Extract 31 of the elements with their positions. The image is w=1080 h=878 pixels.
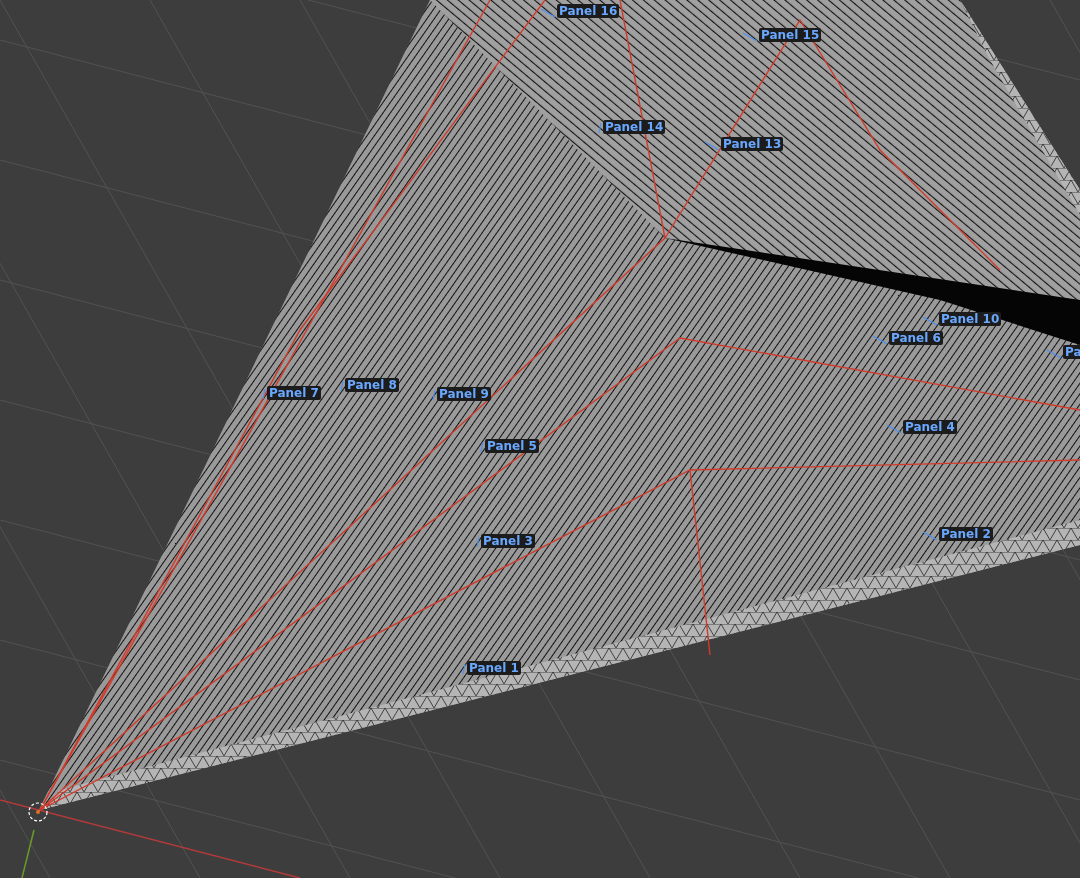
- object-label: Panel 7: [267, 386, 321, 400]
- object-label: Panel 15: [759, 28, 822, 42]
- object-label: Panel 14: [603, 120, 666, 134]
- leader-line: [872, 335, 888, 345]
- leader-line: [480, 441, 484, 453]
- object-label: Panel 1: [467, 661, 521, 675]
- object-label: Panel 5: [485, 439, 539, 453]
- object-label: Panel 4: [903, 420, 957, 434]
- leader-line: [262, 388, 266, 400]
- object-label: Panel 2: [939, 527, 993, 541]
- leader-line: [462, 663, 466, 675]
- object-label: Panel 13: [721, 137, 784, 151]
- leader-line: [742, 32, 758, 42]
- object-label: Panel 3: [481, 534, 535, 548]
- object-label: Panel 16: [557, 4, 620, 18]
- leader-line: [598, 122, 602, 134]
- leader-line: [704, 141, 720, 151]
- object-label: Panel 10: [939, 312, 1002, 326]
- leader-line: [432, 389, 436, 401]
- origin-marker-icon: [28, 802, 48, 822]
- leader-line: [922, 316, 938, 326]
- object-label: Panel 9: [437, 387, 491, 401]
- leader-line: [922, 531, 938, 541]
- object-label: Panel 8: [345, 378, 399, 392]
- leader-line: [540, 8, 556, 18]
- leader-line: [886, 424, 902, 434]
- leader-line: [476, 536, 480, 548]
- leader-line: [340, 380, 344, 392]
- object-label: Pa: [1063, 345, 1080, 359]
- leader-line: [1046, 349, 1062, 359]
- object-label: Panel 6: [889, 331, 943, 345]
